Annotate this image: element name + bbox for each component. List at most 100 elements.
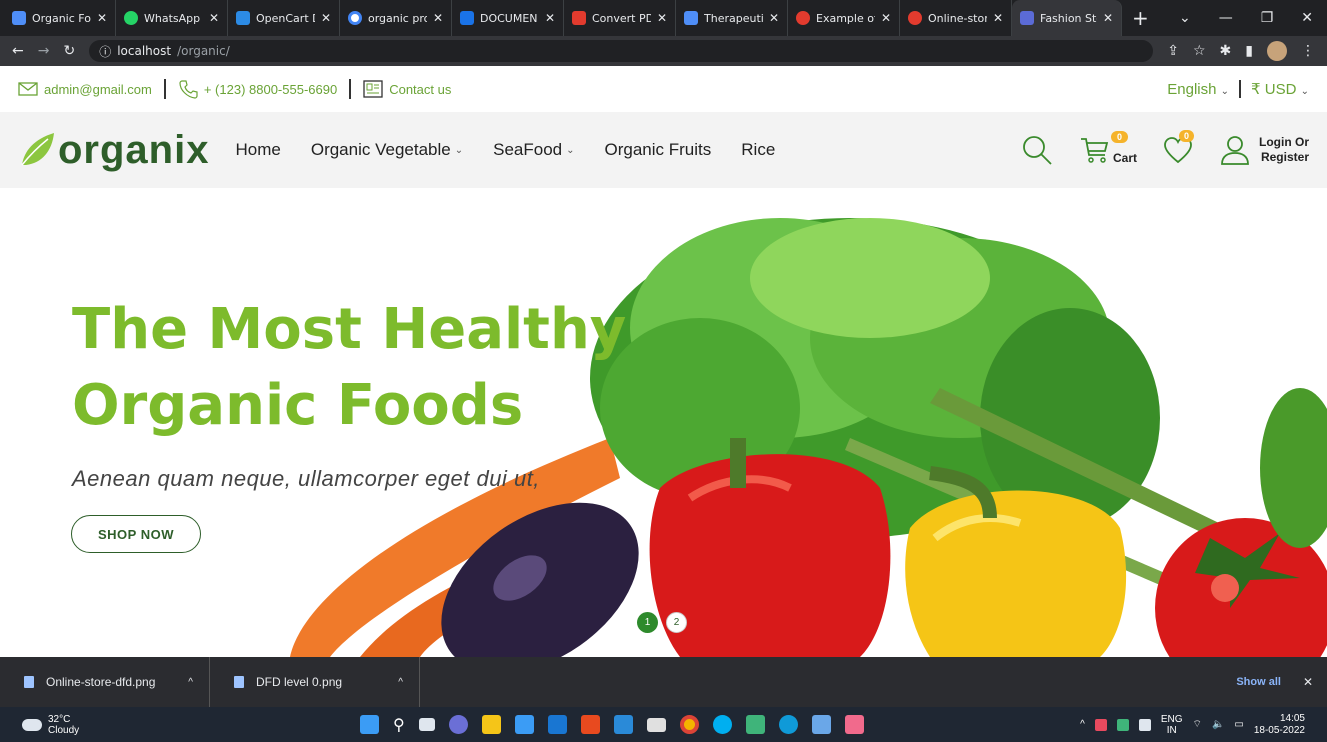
tab-favicon-icon	[348, 11, 362, 25]
tray-app-icon[interactable]	[1116, 718, 1129, 731]
tab-close-icon[interactable]: ✕	[657, 11, 667, 25]
store-icon[interactable]	[514, 715, 534, 734]
show-all-button[interactable]: Show all	[1236, 676, 1281, 688]
browser-tab-bar: Organic Foo✕ WhatsApp✕ OpenCart D✕ organ…	[0, 0, 1327, 36]
browser-tab[interactable]: OpenCart D ✕	[228, 0, 340, 36]
minimize-icon[interactable]: —	[1219, 10, 1233, 26]
edge-icon[interactable]	[778, 715, 798, 734]
share-icon[interactable]: ⇪	[1167, 43, 1179, 59]
browser-tab-active[interactable]: Fashion Sto ✕	[1012, 0, 1122, 36]
mail-icon	[18, 82, 38, 96]
maximize-icon[interactable]: ❐	[1261, 10, 1274, 26]
windows-start-icon[interactable]	[360, 715, 379, 734]
battery-icon[interactable]: ▭	[1234, 719, 1243, 730]
search-icon[interactable]: ⚲	[393, 715, 405, 735]
extensions-icon[interactable]: ✱	[1220, 43, 1232, 59]
tab-search-icon[interactable]: ⌄	[1179, 10, 1191, 26]
main-nav: Home Organic Vegetable ⌄ SeaFood ⌄ Organic…	[235, 140, 775, 160]
chevron-up-icon[interactable]: ^	[398, 677, 403, 688]
email-link[interactable]: admin@gmail.com	[18, 82, 152, 97]
wifi-icon[interactable]: ⌔	[1193, 718, 1202, 731]
nav-seafood[interactable]: SeaFood ⌄	[493, 140, 574, 160]
site-info-icon[interactable]: ⓘ	[99, 43, 111, 60]
bookmark-star-icon[interactable]: ☆	[1193, 43, 1206, 59]
site-logo[interactable]: organix	[18, 128, 209, 173]
address-bar-row: ← → ↻ ⓘ localhost/organic/ ⇪ ☆ ✱ ▮ ⋮	[0, 36, 1327, 66]
task-view-icon[interactable]	[418, 718, 435, 731]
login-register-link[interactable]: Login Or Register	[1219, 134, 1309, 166]
currency-select[interactable]: ₹ USD ⌄	[1251, 80, 1309, 98]
wishlist-count-badge: 0	[1179, 130, 1195, 142]
skype-icon[interactable]	[712, 715, 732, 734]
tab-close-icon[interactable]: ✕	[1103, 11, 1113, 25]
phone-link[interactable]: + (123) 8800-555-6690	[178, 79, 337, 99]
language-select[interactable]: English ⌄	[1167, 81, 1229, 98]
volume-icon[interactable]: 🔈	[1212, 719, 1224, 730]
search-icon[interactable]	[1021, 134, 1053, 166]
wishlist-button[interactable]: 0	[1163, 130, 1195, 164]
chrome-icon[interactable]	[679, 715, 699, 734]
side-panel-icon[interactable]: ▮	[1245, 43, 1253, 59]
close-window-icon[interactable]: ✕	[1301, 10, 1313, 26]
cart-icon	[1080, 138, 1109, 163]
browser-tab[interactable]: organic pro ✕	[340, 0, 452, 36]
profile-avatar[interactable]	[1267, 41, 1287, 61]
tray-app-icon[interactable]	[1138, 718, 1151, 731]
nav-home[interactable]: Home	[235, 140, 280, 160]
back-icon[interactable]: ←	[12, 43, 24, 59]
tab-close-icon[interactable]: ✕	[433, 11, 443, 25]
clock[interactable]: 14:05 18-05-2022	[1254, 713, 1305, 737]
tab-close-icon[interactable]: ✕	[209, 11, 219, 25]
office-icon[interactable]	[580, 715, 600, 734]
vscode-icon[interactable]	[613, 715, 633, 734]
mail-icon[interactable]	[547, 715, 567, 734]
menu-icon[interactable]: ⋮	[1301, 43, 1315, 59]
contact-card-icon	[363, 80, 383, 98]
forward-icon[interactable]: →	[38, 43, 50, 59]
weather-widget[interactable]: 32°C Cloudy	[0, 714, 360, 736]
tray-app-icon[interactable]	[1094, 718, 1107, 731]
reload-icon[interactable]: ↻	[63, 43, 75, 59]
notepad-icon[interactable]	[811, 715, 831, 734]
tab-close-icon[interactable]: ✕	[321, 11, 331, 25]
new-tab-button[interactable]: +	[1122, 6, 1159, 30]
slide-dot-1[interactable]: 1	[637, 612, 658, 633]
nav-organic-fruits[interactable]: Organic Fruits	[605, 140, 712, 160]
windows-taskbar: 32°C Cloudy ⚲ ^ ENG IN ⌔ 🔈 ▭ 14:05 18-05-20…	[0, 707, 1327, 742]
contact-link[interactable]: Contact us	[363, 80, 451, 98]
url-field[interactable]: ⓘ localhost/organic/	[89, 40, 1154, 62]
file-explorer-icon[interactable]	[481, 715, 501, 734]
browser-tab[interactable]: Therapeutic✕	[676, 0, 788, 36]
browser-tab[interactable]: WhatsApp ✕	[116, 0, 228, 36]
cart-button[interactable]: 0 Cart	[1079, 131, 1137, 165]
chevron-up-icon[interactable]: ^	[188, 677, 193, 688]
photos-icon[interactable]	[745, 715, 765, 734]
tab-close-icon[interactable]: ✕	[545, 11, 555, 25]
divider	[163, 79, 166, 99]
tab-close-icon[interactable]: ✕	[769, 11, 779, 25]
phone-icon	[179, 80, 198, 99]
nav-rice[interactable]: Rice	[741, 140, 775, 160]
browser-tab[interactable]: Convert PD ✕	[564, 0, 676, 36]
browser-tab[interactable]: Example of ✕	[788, 0, 900, 36]
slide-dot-2[interactable]: 2	[666, 612, 687, 633]
nav-organic-vegetable[interactable]: Organic Vegetable ⌄	[311, 140, 463, 160]
browser-tab[interactable]: Online-stor ✕	[900, 0, 1012, 36]
site-header: organix Home Organic Vegetable ⌄ SeaFood ⌄…	[0, 112, 1327, 188]
browser-tab[interactable]: DOCUMEN ✕	[452, 0, 564, 36]
language-indicator[interactable]: ENG IN	[1161, 714, 1183, 736]
close-icon[interactable]: ✕	[1303, 675, 1313, 689]
browser-tab[interactable]: Organic Foo✕	[4, 0, 116, 36]
app-icon[interactable]	[844, 715, 864, 734]
chevron-down-icon: ⌄	[1300, 86, 1309, 97]
teams-chat-icon[interactable]	[448, 715, 468, 734]
download-item[interactable]: Online-store-dfd.png ^	[0, 657, 210, 707]
tab-close-icon[interactable]: ✕	[881, 11, 891, 25]
chevron-up-icon[interactable]: ^	[1080, 719, 1085, 730]
image-file-icon	[24, 676, 34, 688]
shop-now-button[interactable]: SHOP NOW	[71, 515, 201, 553]
tab-close-icon[interactable]: ✕	[97, 11, 107, 25]
terminal-icon[interactable]	[646, 717, 666, 732]
tab-close-icon[interactable]: ✕	[993, 11, 1003, 25]
download-item[interactable]: DFD level 0.png ^	[210, 657, 420, 707]
